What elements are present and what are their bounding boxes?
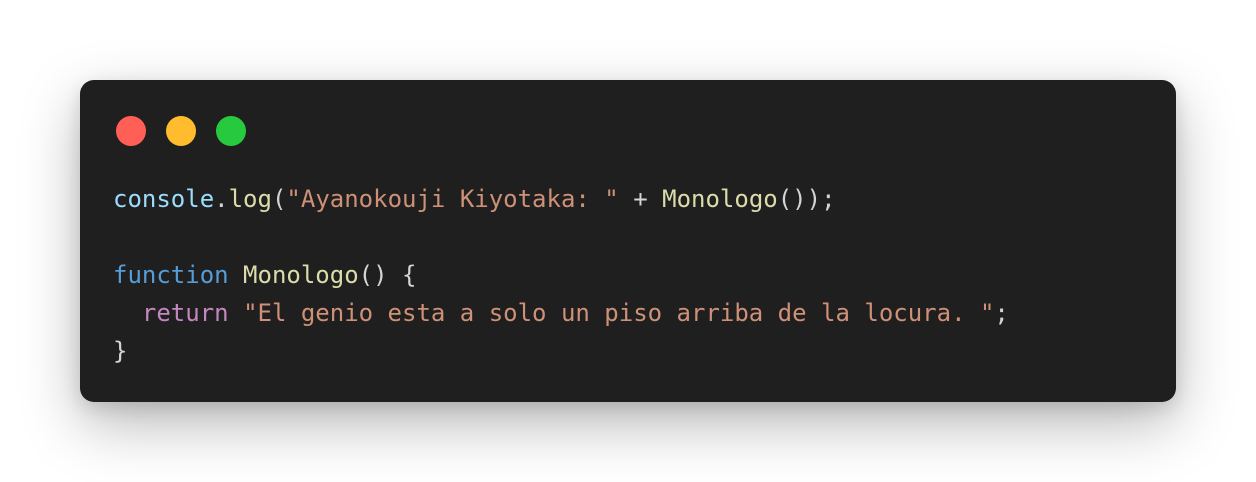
- code-line: return "El genio esta a solo un piso arr…: [113, 294, 1009, 332]
- code-function-name: Monologo: [662, 185, 778, 213]
- code-window: console.log("Ayanokouji Kiyotaka: " + Mo…: [80, 80, 1176, 402]
- code-variable: console: [113, 185, 215, 213]
- code-control-keyword: return: [141, 299, 229, 327]
- close-button[interactable]: [116, 116, 146, 146]
- code-punctuation: ());: [777, 185, 836, 213]
- code-function-name: Monologo: [243, 261, 359, 289]
- code-punctuation: }: [113, 337, 128, 365]
- code-punctuation: ;: [994, 299, 1009, 327]
- code-punctuation: (: [271, 185, 287, 213]
- code-punctuation: [113, 299, 142, 327]
- maximize-button[interactable]: [216, 116, 246, 146]
- code-line: }: [113, 332, 1009, 370]
- code-line: function Monologo() {: [113, 256, 1009, 294]
- code-string: "El genio esta a solo un piso arriba de …: [243, 299, 995, 327]
- code-function-name: log: [228, 185, 272, 213]
- code-line: console.log("Ayanokouji Kiyotaka: " + Mo…: [113, 180, 1009, 218]
- code-string: "Ayanokouji Kiyotaka: ": [286, 185, 619, 213]
- code-punctuation: [229, 299, 243, 327]
- code-punctuation: [229, 261, 243, 289]
- window-controls: [116, 116, 246, 146]
- code-punctuation: .: [214, 185, 229, 213]
- code-block: console.log("Ayanokouji Kiyotaka: " + Mo…: [113, 180, 1009, 370]
- code-punctuation: +: [618, 185, 663, 213]
- minimize-button[interactable]: [166, 116, 196, 146]
- code-keyword: function: [113, 261, 229, 289]
- code-punctuation: () {: [358, 261, 417, 289]
